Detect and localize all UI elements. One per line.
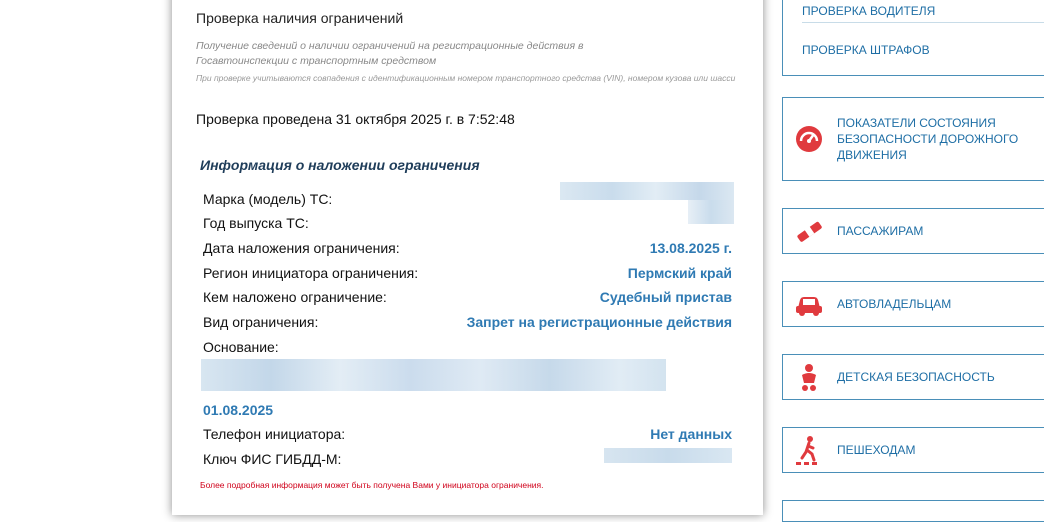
check-description: Получение сведений о наличии ограничений… xyxy=(196,40,584,67)
nav-label-pedestrians: ПЕШЕХОДАМ xyxy=(837,443,916,457)
row-label-year: Год выпуска ТС: xyxy=(203,215,309,231)
car-icon xyxy=(796,297,822,316)
row-label-date: Дата наложения ограничения: xyxy=(203,240,400,256)
pedestrian-icon xyxy=(796,436,817,465)
link-check-fines[interactable]: ПРОВЕРКА ШТРАФОВ xyxy=(802,43,930,57)
row-value-type: Запрет на регистрационные действия xyxy=(466,314,732,330)
nav-label-child-safety: ДЕТСКАЯ БЕЗОПАСНОСТЬ xyxy=(837,370,995,384)
child-icon xyxy=(802,364,816,391)
nav-item-next[interactable] xyxy=(782,500,1044,522)
nav-item-pedestrians[interactable]: ПЕШЕХОДАМ xyxy=(782,427,1044,473)
footer-note: Более подробная информация может быть по… xyxy=(200,480,544,490)
nav-label-car-owners: АВТОВЛАДЕЛЬЦАМ xyxy=(837,297,952,311)
check-result-card: Проверка наличия ограничений Получение с… xyxy=(172,0,763,515)
row-label-phone: Телефон инициатора: xyxy=(203,426,346,442)
row-label-basis: Основание: xyxy=(203,339,279,355)
blurred-model-value xyxy=(560,182,734,200)
links-divider xyxy=(802,22,1044,23)
blurred-basis-text xyxy=(201,359,666,391)
row-label-fis-key: Ключ ФИС ГИБДД-М: xyxy=(203,451,342,467)
blurred-year-value xyxy=(688,200,734,224)
row-label-type: Вид ограничения: xyxy=(203,314,319,330)
row-label-imposer: Кем наложено ограничение: xyxy=(203,289,387,305)
nav-item-child-safety[interactable]: ДЕТСКАЯ БЕЗОПАСНОСТЬ xyxy=(782,354,1044,400)
row-value-region: Пермский край xyxy=(627,265,732,281)
check-note: При проверке учитываются совпадения с ид… xyxy=(196,73,736,83)
check-links-box: ПРОВЕРКА ВОДИТЕЛЯ ПРОВЕРКА ШТРАФОВ xyxy=(782,0,1044,76)
row-label-model: Марка (модель) ТС: xyxy=(203,191,333,207)
row-value-phone: Нет данных xyxy=(650,426,732,442)
row-value-imposer: Судебный пристав xyxy=(599,289,732,305)
nav-item-passengers[interactable]: ПАССАЖИРАМ xyxy=(782,208,1044,254)
nav-label-road-safety: ПОКАЗАТЕЛИ СОСТОЯНИЯ БЕЗОПАСНОСТИ ДОРОЖН… xyxy=(837,116,1019,162)
link-check-driver[interactable]: ПРОВЕРКА ВОДИТЕЛЯ xyxy=(802,4,935,18)
basis-date: 01.08.2025 xyxy=(203,402,274,418)
seatbelt-icon xyxy=(797,221,822,242)
check-title: Проверка наличия ограничений xyxy=(196,10,404,26)
row-value-date: 13.08.2025 г. xyxy=(649,240,732,256)
section-title: Информация о наложении ограничения xyxy=(200,157,480,173)
check-performed-date: Проверка проведена 31 октября 2025 г. в … xyxy=(196,111,515,127)
blurred-fis-key xyxy=(604,448,732,463)
row-label-region: Регион инициатора ограничения: xyxy=(203,265,419,281)
nav-label-passengers: ПАССАЖИРАМ xyxy=(837,224,924,238)
speedometer-icon xyxy=(796,126,822,152)
nav-item-car-owners[interactable]: АВТОВЛАДЕЛЬЦАМ xyxy=(782,281,1044,327)
nav-item-road-safety[interactable]: ПОКАЗАТЕЛИ СОСТОЯНИЯ БЕЗОПАСНОСТИ ДОРОЖН… xyxy=(782,97,1044,181)
